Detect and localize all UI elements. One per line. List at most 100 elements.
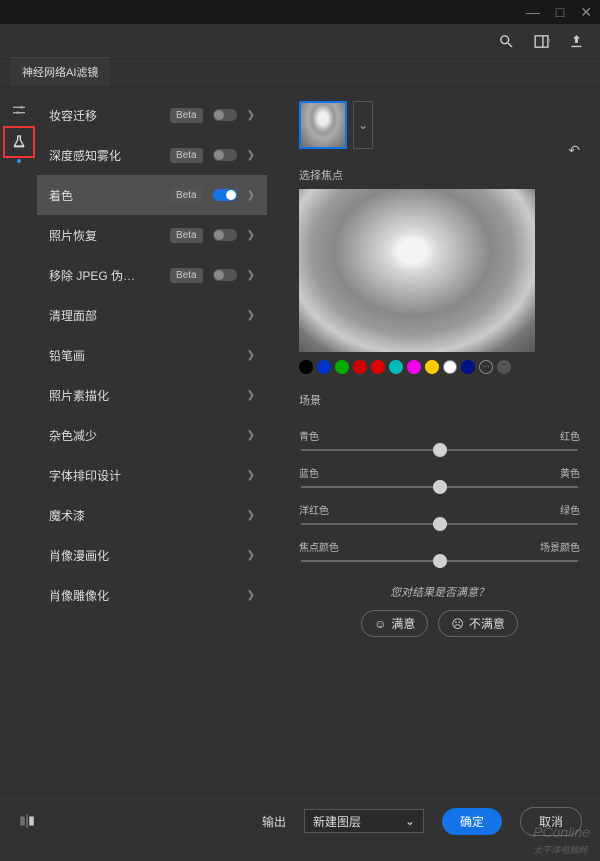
feedback-no-button[interactable]: ☹不满意 [438,610,518,637]
slider-knob[interactable] [433,554,447,568]
filter-label: 照片素描化 [49,387,247,404]
compare-icon[interactable] [18,812,36,830]
slider-right-label: 绿色 [560,502,580,517]
swatch-remove[interactable]: − [497,360,511,374]
filter-label: 深度感知雾化 [49,147,170,164]
slider-knob[interactable] [433,517,447,531]
filter-label: 照片恢复 [49,227,170,244]
output-select[interactable]: 新建图层⌄ [304,809,424,833]
slider-track[interactable] [301,449,578,451]
chevron-right-icon: ❯ [247,430,255,441]
filter-label: 铅笔画 [49,347,247,364]
slider-knob[interactable] [433,480,447,494]
slider-right-label: 红色 [560,428,580,443]
filter-item-8[interactable]: 杂色减少❯ [37,415,267,455]
swatch-3[interactable] [353,360,367,374]
layout-icon[interactable] [533,33,550,50]
slider-track[interactable] [301,523,578,525]
color-swatches: ⋯− [299,360,580,374]
filter-item-10[interactable]: 魔术漆❯ [37,495,267,535]
filter-item-7[interactable]: 照片素描化❯ [37,375,267,415]
cancel-button[interactable]: 取消 [520,807,582,836]
swatch-9[interactable] [461,360,475,374]
slider-3: 焦点颜色 场景颜色 [299,539,580,562]
filter-label: 妆容迁移 [49,107,170,124]
filter-label: 肖像雕像化 [49,587,247,604]
sliders-icon[interactable] [11,102,27,118]
filter-item-12[interactable]: 肖像雕像化❯ [37,575,267,615]
filter-item-5[interactable]: 清理面部❯ [37,295,267,335]
swatch-5[interactable] [389,360,403,374]
face-thumbnail[interactable] [299,101,347,149]
scene-label: 场景 [299,392,580,408]
swatch-4[interactable] [371,360,385,374]
filter-item-4[interactable]: 移除 JPEG 伪…Beta❯ [37,255,267,295]
slider-left-label: 蓝色 [299,465,319,480]
filter-toggle[interactable] [213,149,237,161]
filter-item-0[interactable]: 妆容迁移Beta❯ [37,95,267,135]
slider-left-label: 焦点颜色 [299,539,339,554]
footer-bar: 输出 新建图层⌄ 确定 取消 [0,793,600,848]
slider-0: 青色 红色 [299,428,580,451]
swatch-more[interactable]: ⋯ [479,360,493,374]
swatch-2[interactable] [335,360,349,374]
filter-item-9[interactable]: 字体排印设计❯ [37,455,267,495]
tab-neural-filters[interactable]: 神经网络AI滤镜 [10,57,110,86]
search-icon[interactable] [498,33,515,50]
filter-toggle[interactable] [213,189,237,201]
maximize-icon[interactable]: □ [556,4,564,20]
slider-2: 洋红色 绿色 [299,502,580,525]
filter-item-6[interactable]: 铅笔画❯ [37,335,267,375]
minimize-icon[interactable]: — [526,4,540,20]
smile-icon: ☺ [374,617,386,631]
filter-item-2[interactable]: 着色Beta❯ [37,175,267,215]
slider-left-label: 青色 [299,428,319,443]
reset-icon[interactable]: ↶ [568,142,580,159]
beta-badge: Beta [170,268,203,283]
filter-item-3[interactable]: 照片恢复Beta ❯ [37,215,267,255]
filter-toggle[interactable] [213,109,237,121]
swatch-6[interactable] [407,360,421,374]
beta-badge: Beta [170,108,203,123]
filter-item-11[interactable]: 肖像漫画化❯ [37,535,267,575]
window-titlebar: — □ ✕ [0,0,600,24]
preview-image[interactable] [299,189,535,352]
filter-item-1[interactable]: 深度感知雾化Beta❯ [37,135,267,175]
feedback-section: 您对结果是否满意？ ☺满意 ☹不满意 [299,584,580,637]
beta-badge: Beta [170,188,203,203]
filter-label: 肖像漫画化 [49,547,247,564]
flask-icon [11,134,27,150]
thumbnail-dropdown[interactable]: ⌄ [353,101,373,149]
swatch-0[interactable] [299,360,313,374]
beta-badge: Beta [170,148,203,163]
filter-label: 杂色减少 [49,427,247,444]
slider-track[interactable] [301,560,578,562]
focus-label: 选择焦点 [299,167,580,183]
chevron-right-icon: ❯ [247,550,255,561]
ok-button[interactable]: 确定 [442,808,502,835]
share-icon[interactable] [568,33,585,50]
filter-label: 着色 [49,187,170,204]
slider-knob[interactable] [433,443,447,457]
slider-1: 蓝色 黄色 [299,465,580,488]
filter-toggle[interactable] [213,269,237,281]
slider-right-label: 黄色 [560,465,580,480]
filter-label: 字体排印设计 [49,467,247,484]
chevron-right-icon: ❯ [247,590,255,601]
feedback-question: 您对结果是否满意？ [299,584,580,600]
feedback-yes-button[interactable]: ☺满意 [361,610,428,637]
swatch-8[interactable] [443,360,457,374]
beta-badge: Beta [170,228,203,243]
filter-toggle[interactable] [213,229,237,241]
slider-right-label: 场景颜色 [540,539,580,554]
tabs-bar: 神经网络AI滤镜 [0,59,600,87]
swatch-7[interactable] [425,360,439,374]
chevron-right-icon: ❯ [247,510,255,521]
chevron-right-icon: ❯ [247,470,255,481]
close-icon[interactable]: ✕ [580,4,592,21]
slider-track[interactable] [301,486,578,488]
chevron-right-icon: ❯ [247,230,255,241]
slider-left-label: 洋红色 [299,502,329,517]
swatch-1[interactable] [317,360,331,374]
lab-icon-highlight[interactable] [3,126,35,158]
